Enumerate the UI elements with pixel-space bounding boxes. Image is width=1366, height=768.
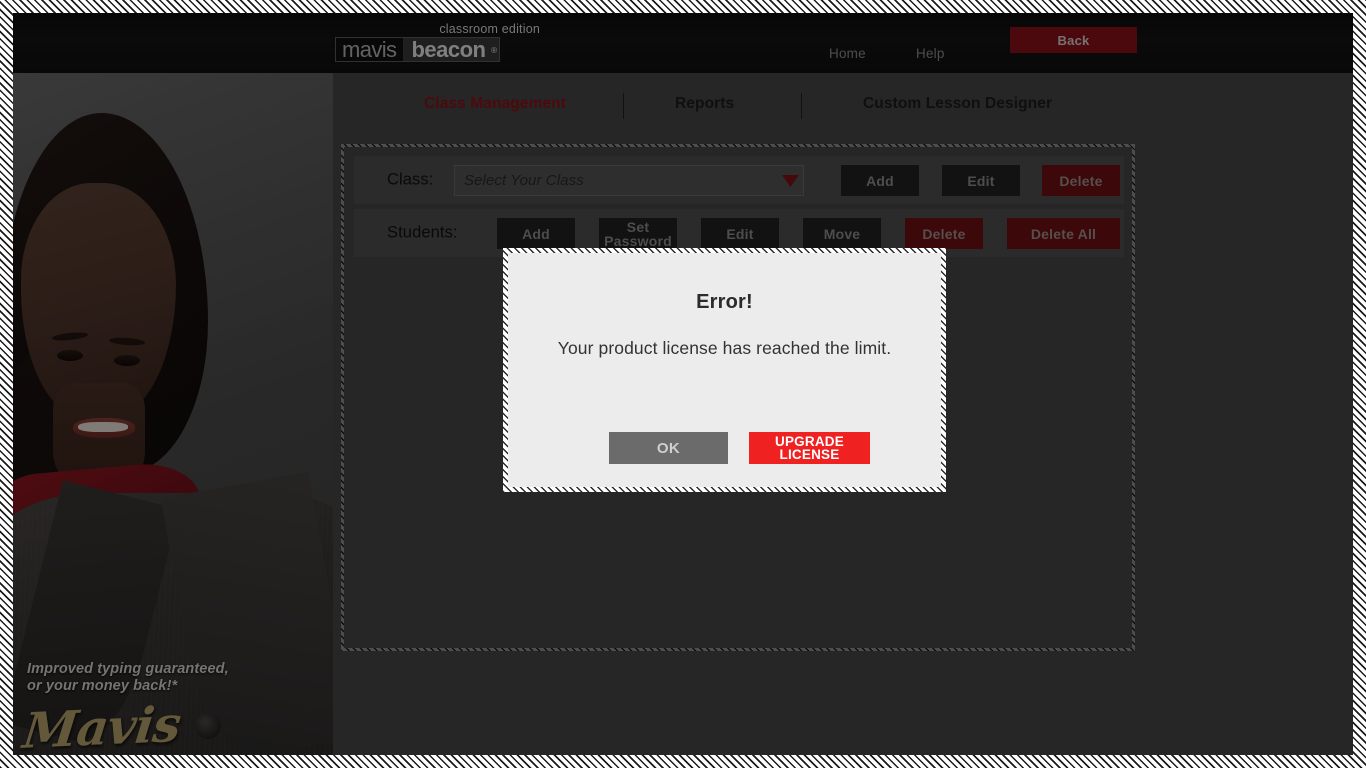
- error-dialog: Error! Your product license has reached …: [503, 248, 946, 492]
- application-window: Improved typing guaranteed, or your mone…: [0, 0, 1366, 768]
- error-dialog-inner: Error! Your product license has reached …: [508, 253, 941, 487]
- upgrade-license-button[interactable]: UPGRADE LICENSE: [749, 432, 870, 464]
- app-stage: Improved typing guaranteed, or your mone…: [13, 13, 1353, 755]
- error-dialog-message: Your product license has reached the lim…: [557, 338, 892, 358]
- error-dialog-title: Error!: [696, 291, 753, 313]
- ok-button[interactable]: OK: [609, 432, 728, 464]
